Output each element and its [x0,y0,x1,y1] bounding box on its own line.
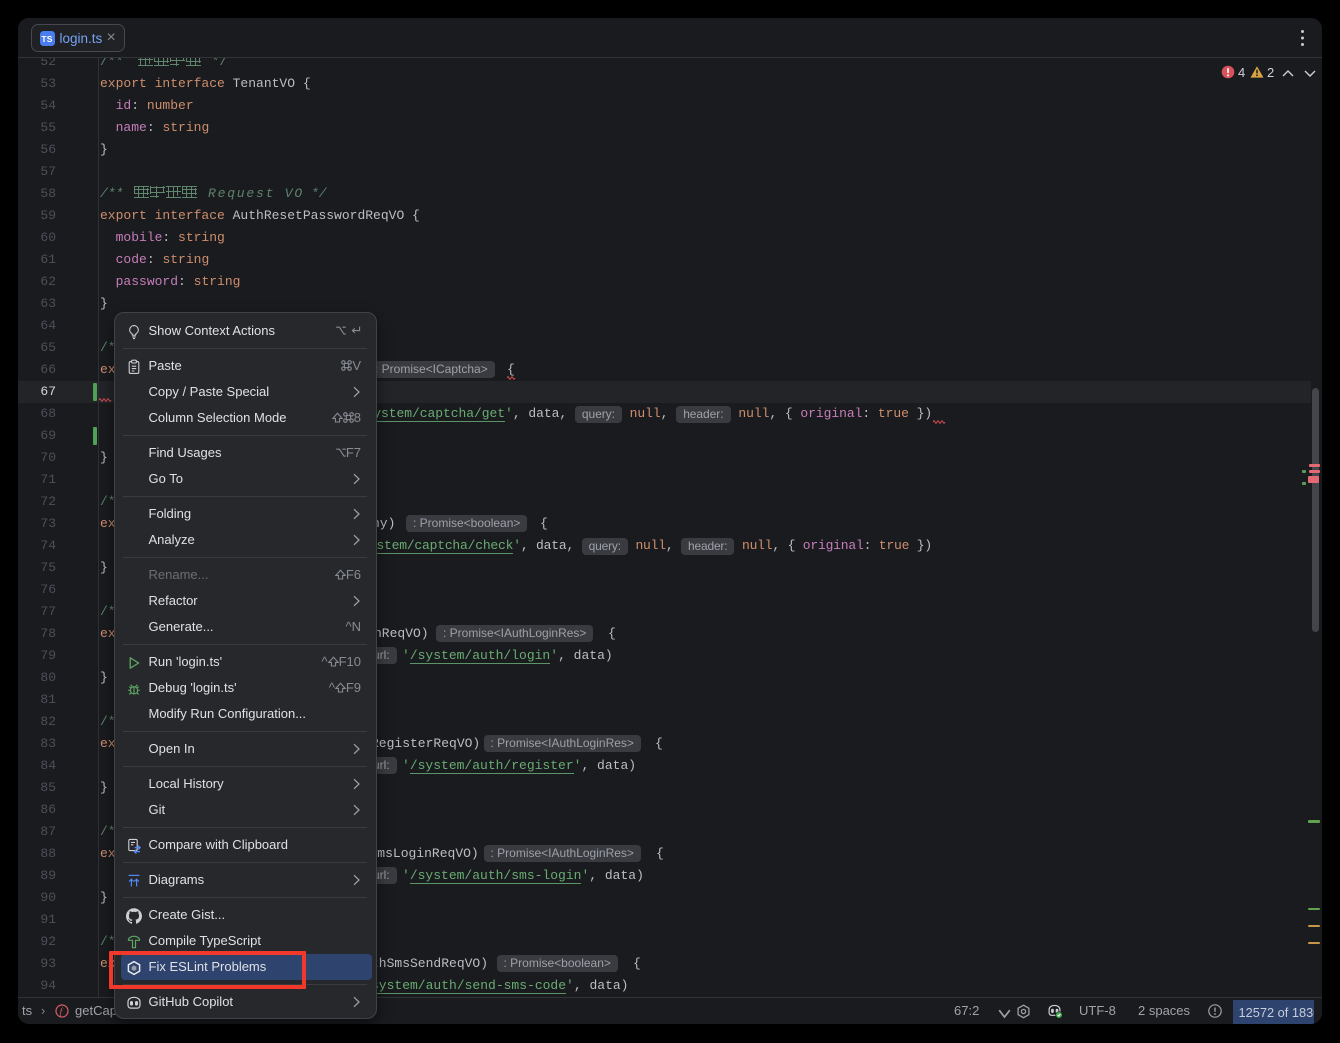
svg-text:f: f [60,1006,64,1017]
